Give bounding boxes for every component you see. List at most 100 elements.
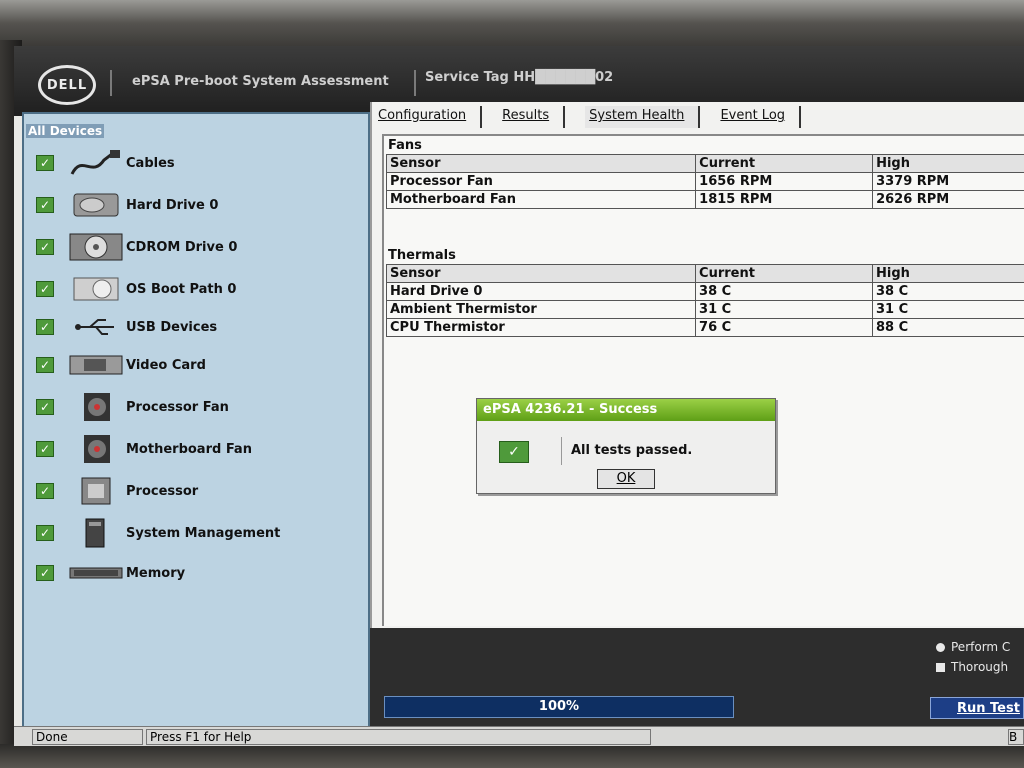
device-item-usb-devices[interactable]: ✓ USB Devices — [36, 312, 217, 342]
dialog-separator — [561, 437, 562, 465]
run-tests-button[interactable]: Run Test — [930, 697, 1024, 719]
check-icon: ✓ — [36, 483, 54, 499]
check-icon: ✓ — [36, 281, 54, 297]
check-icon: ✓ — [499, 441, 529, 463]
device-item-memory[interactable]: ✓ Memory — [36, 558, 185, 588]
device-item-processor[interactable]: ✓ Processor — [36, 476, 198, 506]
fan-icon — [68, 392, 124, 422]
service-tag: Service Tag HH██████02 — [425, 70, 614, 85]
check-icon: ✓ — [36, 239, 54, 255]
thorough-option-label: Thorough — [951, 660, 1009, 674]
perform-option[interactable]: Perform C — [936, 640, 1010, 654]
checkbox-icon — [936, 662, 945, 672]
column-header: High — [872, 264, 1024, 283]
device-item-cables[interactable]: ✓ Cables — [36, 148, 175, 178]
system-management-icon — [68, 518, 124, 548]
table-row: Motherboard Fan 1815 RPM 2626 RPM — [385, 190, 1024, 209]
table-cell: 1815 RPM — [695, 190, 874, 209]
thermals-table: Sensor Current High Hard Drive 0 38 C 38… — [385, 264, 1024, 337]
device-label: USB Devices — [126, 319, 218, 335]
device-item-os-boot-path-0[interactable]: ✓ OS Boot Path 0 — [36, 274, 236, 304]
control-panel: Perform C Thorough 100% Run Test — [370, 628, 1024, 726]
main-area: Configuration Results System Health Even… — [370, 102, 1024, 628]
table-cell: 88 C — [872, 318, 1024, 337]
dialog-message: All tests passed. — [571, 443, 693, 458]
cable-icon — [68, 148, 124, 178]
hard-drive-icon — [68, 190, 124, 220]
device-label: Processor Fan — [126, 399, 229, 415]
device-label: OS Boot Path 0 — [126, 281, 237, 297]
dell-logo: DELL — [38, 65, 96, 105]
header-separator — [414, 70, 416, 96]
thermals-section-label: Thermals — [388, 248, 456, 263]
tab-event-log[interactable]: Event Log — [720, 106, 802, 128]
success-dialog: ePSA 4236.21 - Success ✓ All tests passe… — [476, 398, 776, 494]
table-row: Hard Drive 0 38 C 38 C — [385, 282, 1024, 301]
device-label: Memory — [126, 565, 186, 581]
monitor-bezel-bottom — [0, 744, 1024, 768]
device-item-cdrom-drive-0[interactable]: ✓ CDROM Drive 0 — [36, 232, 237, 262]
check-icon: ✓ — [36, 357, 54, 373]
device-item-video-card[interactable]: ✓ Video Card — [36, 350, 206, 380]
table-header-row: Sensor Current High — [385, 264, 1024, 283]
device-item-processor-fan[interactable]: ✓ Processor Fan — [36, 392, 229, 422]
check-icon: ✓ — [36, 155, 54, 171]
boot-path-icon — [68, 274, 124, 304]
table-cell: CPU Thermistor — [385, 318, 697, 337]
header-separator — [110, 70, 112, 96]
table-row: CPU Thermistor 76 C 88 C — [385, 318, 1024, 337]
column-header: Current — [695, 264, 874, 283]
table-cell: Motherboard Fan — [385, 190, 697, 209]
column-header: Current — [695, 154, 874, 173]
column-header: High — [872, 154, 1024, 173]
status-bar: Done Press F1 for Help B — [14, 726, 1024, 746]
column-header: Sensor — [385, 264, 697, 283]
table-row: Processor Fan 1656 RPM 3379 RPM — [385, 172, 1024, 191]
memory-icon — [68, 558, 124, 588]
thorough-option[interactable]: Thorough — [936, 660, 1008, 674]
device-label: Hard Drive 0 — [126, 197, 219, 213]
device-list-pane: All Devices ✓ Cables ✓ Hard Drive 0 ✓ CD… — [22, 112, 370, 730]
tab-results[interactable]: Results — [502, 106, 566, 128]
all-devices-heading[interactable]: All Devices — [26, 124, 105, 138]
device-item-hard-drive-0[interactable]: ✓ Hard Drive 0 — [36, 190, 218, 220]
cdrom-icon — [68, 232, 124, 262]
tab-configuration[interactable]: Configuration — [378, 106, 483, 128]
check-icon: ✓ — [36, 399, 54, 415]
device-item-system-management[interactable]: ✓ System Management — [36, 518, 280, 548]
dialog-title: ePSA 4236.21 - Success — [477, 399, 775, 421]
status-extra: B — [1008, 729, 1024, 745]
device-label: System Management — [126, 525, 281, 541]
progress-text: 100% — [538, 699, 580, 714]
table-cell: Processor Fan — [385, 172, 697, 191]
check-icon: ✓ — [36, 319, 54, 335]
check-icon: ✓ — [36, 441, 54, 457]
table-header-row: Sensor Current High — [385, 154, 1024, 173]
check-icon: ✓ — [36, 565, 54, 581]
tab-system-health[interactable]: System Health — [585, 106, 701, 128]
device-label: CDROM Drive 0 — [126, 239, 238, 255]
fan-icon — [68, 434, 124, 464]
progress-bar: 100% — [384, 696, 734, 718]
ok-button[interactable]: OK — [597, 469, 655, 489]
device-item-motherboard-fan[interactable]: ✓ Motherboard Fan — [36, 434, 252, 464]
app-title: ePSA Pre-boot System Assessment — [132, 74, 389, 89]
table-cell: 1656 RPM — [695, 172, 874, 191]
device-label: Motherboard Fan — [126, 441, 252, 457]
video-card-icon — [68, 350, 124, 380]
screen: DELL ePSA Pre-boot System Assessment Ser… — [14, 46, 1024, 746]
column-header: Sensor — [385, 154, 697, 173]
usb-icon — [68, 312, 124, 342]
table-cell: 38 C — [695, 282, 874, 301]
table-cell: 31 C — [695, 300, 874, 319]
table-cell: 2626 RPM — [872, 190, 1024, 209]
table-cell: 76 C — [695, 318, 874, 337]
device-label: Cables — [126, 155, 175, 171]
check-icon: ✓ — [36, 197, 54, 213]
table-cell: Ambient Thermistor — [385, 300, 697, 319]
device-label: Processor — [126, 483, 199, 499]
table-cell: 31 C — [872, 300, 1024, 319]
check-icon: ✓ — [36, 525, 54, 541]
fans-table: Sensor Current High Processor Fan 1656 R… — [385, 154, 1024, 209]
perform-option-label: Perform C — [951, 640, 1011, 654]
